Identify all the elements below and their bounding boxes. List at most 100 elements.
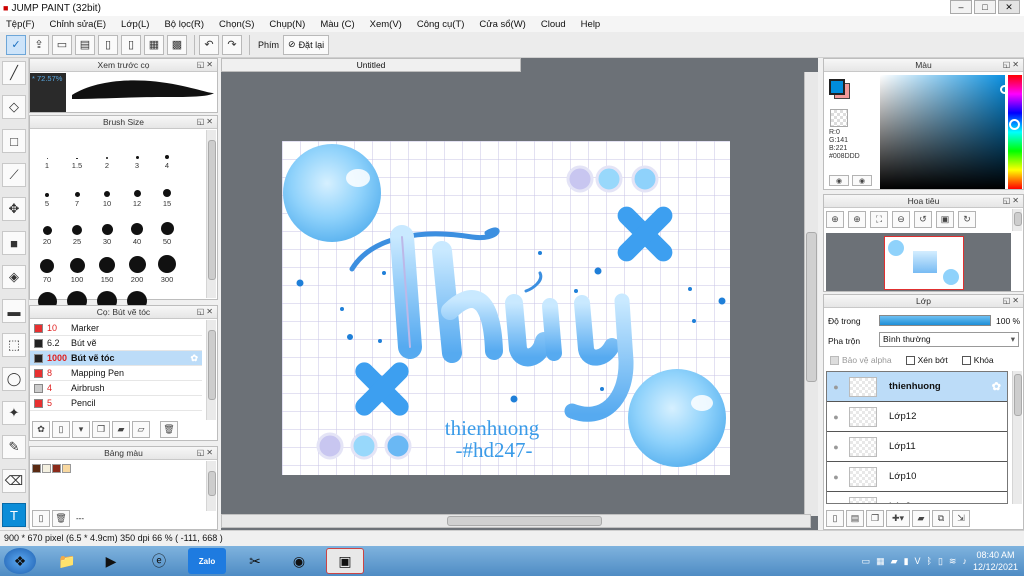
actual-size-icon[interactable]: ▣ [936,211,954,228]
blend-mode-select[interactable]: Bình thường ▾ [879,332,1019,347]
canvas-horizontal-scrollbar[interactable] [221,514,811,528]
comment-icon[interactable]: ▭ [52,34,72,55]
maximize-button[interactable]: □ [974,0,996,14]
copy-layer-icon[interactable]: ❐ [866,510,884,527]
brush-size-option[interactable]: 300 [152,246,182,284]
color-swatch[interactable] [52,464,61,473]
merge-layer-icon[interactable]: ⧉ [932,510,950,527]
media-player-icon[interactable]: ▶ [92,548,130,574]
brush-size-option[interactable]: 5 [32,170,62,208]
brush-list-scrollbar[interactable] [206,320,216,420]
layer-row[interactable]: ● Lớp11 [827,432,1007,462]
page-icon[interactable]: ▯ [121,34,141,55]
menu-window[interactable]: Cửa sổ(W) [479,19,532,30]
brush-list-item[interactable]: 8 Mapping Pen [30,366,202,381]
layer-settings-icon[interactable]: ⇲ [952,510,970,527]
layer-row[interactable]: ● Lớp10 [827,462,1007,492]
menu-color[interactable]: Màu (C) [320,19,361,30]
folder-add-icon[interactable]: ▱ [132,421,150,438]
opacity-slider[interactable] [879,315,991,326]
bluetooth-icon[interactable]: ᛒ [927,556,932,566]
hue-slider-handle[interactable] [1009,119,1020,130]
saturation-value-picker[interactable] [880,75,1005,189]
brush-size-scrollbar[interactable] [206,130,216,298]
brush-size-option[interactable]: 40 [122,208,152,246]
menu-edit[interactable]: Chỉnh sửa(E) [50,19,114,30]
layer-add-menu-icon[interactable]: ✚▾ [886,510,910,527]
menu-layer[interactable]: Lớp(L) [121,19,156,30]
settings-icon[interactable]: ✿ [190,353,198,364]
visibility-icon[interactable]: ● [827,442,845,452]
reset-button[interactable]: ⊘ Đặt lại [283,34,330,55]
layer-row[interactable]: ● Lớp9 [827,492,1007,503]
rectangle-tool-icon[interactable]: □ [2,129,26,153]
bucket-tool-icon[interactable]: ◈ [2,265,26,289]
minimize-button[interactable]: – [950,0,972,14]
menu-filter[interactable]: Bộ lọc(R) [164,19,211,30]
color-mode-icon[interactable]: ◉ [852,175,872,186]
brush-list-item[interactable]: 1000 Bút vẽ tóc ✿ [30,351,202,366]
color-picker-icon[interactable]: ◉ [829,175,849,186]
settings-grid-icon[interactable]: ▩ [167,34,187,55]
clock[interactable]: 08:40 AM 12/12/2021 [973,549,1018,573]
battery-icon[interactable]: ▯ [938,556,943,567]
check-icon[interactable]: ✓ [6,34,26,55]
select-rect-tool-icon[interactable]: ⬚ [2,333,26,357]
new-layer-menu-icon[interactable]: ▤ [846,510,864,527]
brush-size-option[interactable]: 30 [92,208,122,246]
start-button[interactable]: ❖ [4,548,36,574]
select-pen-tool-icon[interactable]: ✎ [2,435,26,459]
network-icon[interactable]: ▮ [904,556,909,567]
chrome-icon[interactable]: ◉ [280,548,318,574]
menu-tools[interactable]: Công cụ(T) [417,19,472,30]
layer-row[interactable]: ● Lớp12 [827,402,1007,432]
chat-icon[interactable]: ▭ [862,556,871,567]
rotate-left-icon[interactable]: ↺ [914,211,932,228]
visibility-icon[interactable]: ● [827,472,845,482]
zoom-in-icon[interactable]: ⊕ [848,211,866,228]
brush-list-item[interactable]: 4 Airbrush [30,381,202,396]
document-icon[interactable]: ▯ [98,34,118,55]
move-tool-icon[interactable]: ✥ [2,197,26,221]
share-icon[interactable]: ⇪ [29,34,49,55]
lock-checkbox[interactable]: Khóa [961,355,994,365]
zoom-in-icon[interactable]: ⊕ [826,211,844,228]
message-icon[interactable]: ▤ [75,34,95,55]
brush-tool-icon[interactable]: ╱ [2,61,26,85]
clipping-checkbox[interactable]: Xén bớt [905,355,948,365]
brush-size-option[interactable]: 1 [32,132,62,170]
ie-icon[interactable]: ⓔ [140,548,178,574]
delete-swatch-icon[interactable]: 🗑 [52,510,70,527]
color-swatch[interactable] [62,464,71,473]
line-tool-icon[interactable]: ⟋ [2,163,26,187]
visibility-icon[interactable]: ● [827,412,845,422]
brush-menu-icon[interactable]: ▾ [72,421,90,438]
snipping-tool-icon[interactable]: ✂ [236,548,274,574]
lasso-tool-icon[interactable]: ◯ [2,367,26,391]
new-brush-icon[interactable]: ▯ [52,421,70,438]
brush-size-option[interactable]: 7 [62,170,92,208]
calendar-icon[interactable]: ▦ [876,556,885,567]
brush-size-option[interactable]: 10 [92,170,122,208]
brush-size-option[interactable]: 3 [122,132,152,170]
brush-settings-icon[interactable]: ✿ [32,421,50,438]
layer-row[interactable]: ● thienhuong ✿ [827,372,1007,402]
protect-alpha-checkbox[interactable]: Bảo vệ alpha [830,355,892,365]
navigator-view[interactable] [826,233,1011,291]
new-layer-icon[interactable]: ▯ [826,510,844,527]
brush-size-option[interactable]: 200 [122,246,152,284]
magic-wand-tool-icon[interactable]: ✦ [2,401,26,425]
transparent-swatch[interactable] [830,109,848,127]
navigator-scrollbar[interactable] [1012,209,1022,231]
canvas-vertical-scrollbar[interactable] [804,72,818,516]
fill-rect-tool-icon[interactable]: ■ [2,231,26,255]
brush-size-option[interactable]: 15 [152,170,182,208]
copy-brush-icon[interactable]: ❐ [92,421,110,438]
zalo-icon[interactable]: Zalo [188,548,226,574]
brush-size-option[interactable]: 20 [32,208,62,246]
explorer-icon[interactable]: 📁 [48,548,86,574]
color-swatch[interactable] [32,464,41,473]
rotate-right-icon[interactable]: ↻ [958,211,976,228]
brush-size-option[interactable]: 50 [152,208,182,246]
brush-size-option[interactable]: 12 [122,170,152,208]
